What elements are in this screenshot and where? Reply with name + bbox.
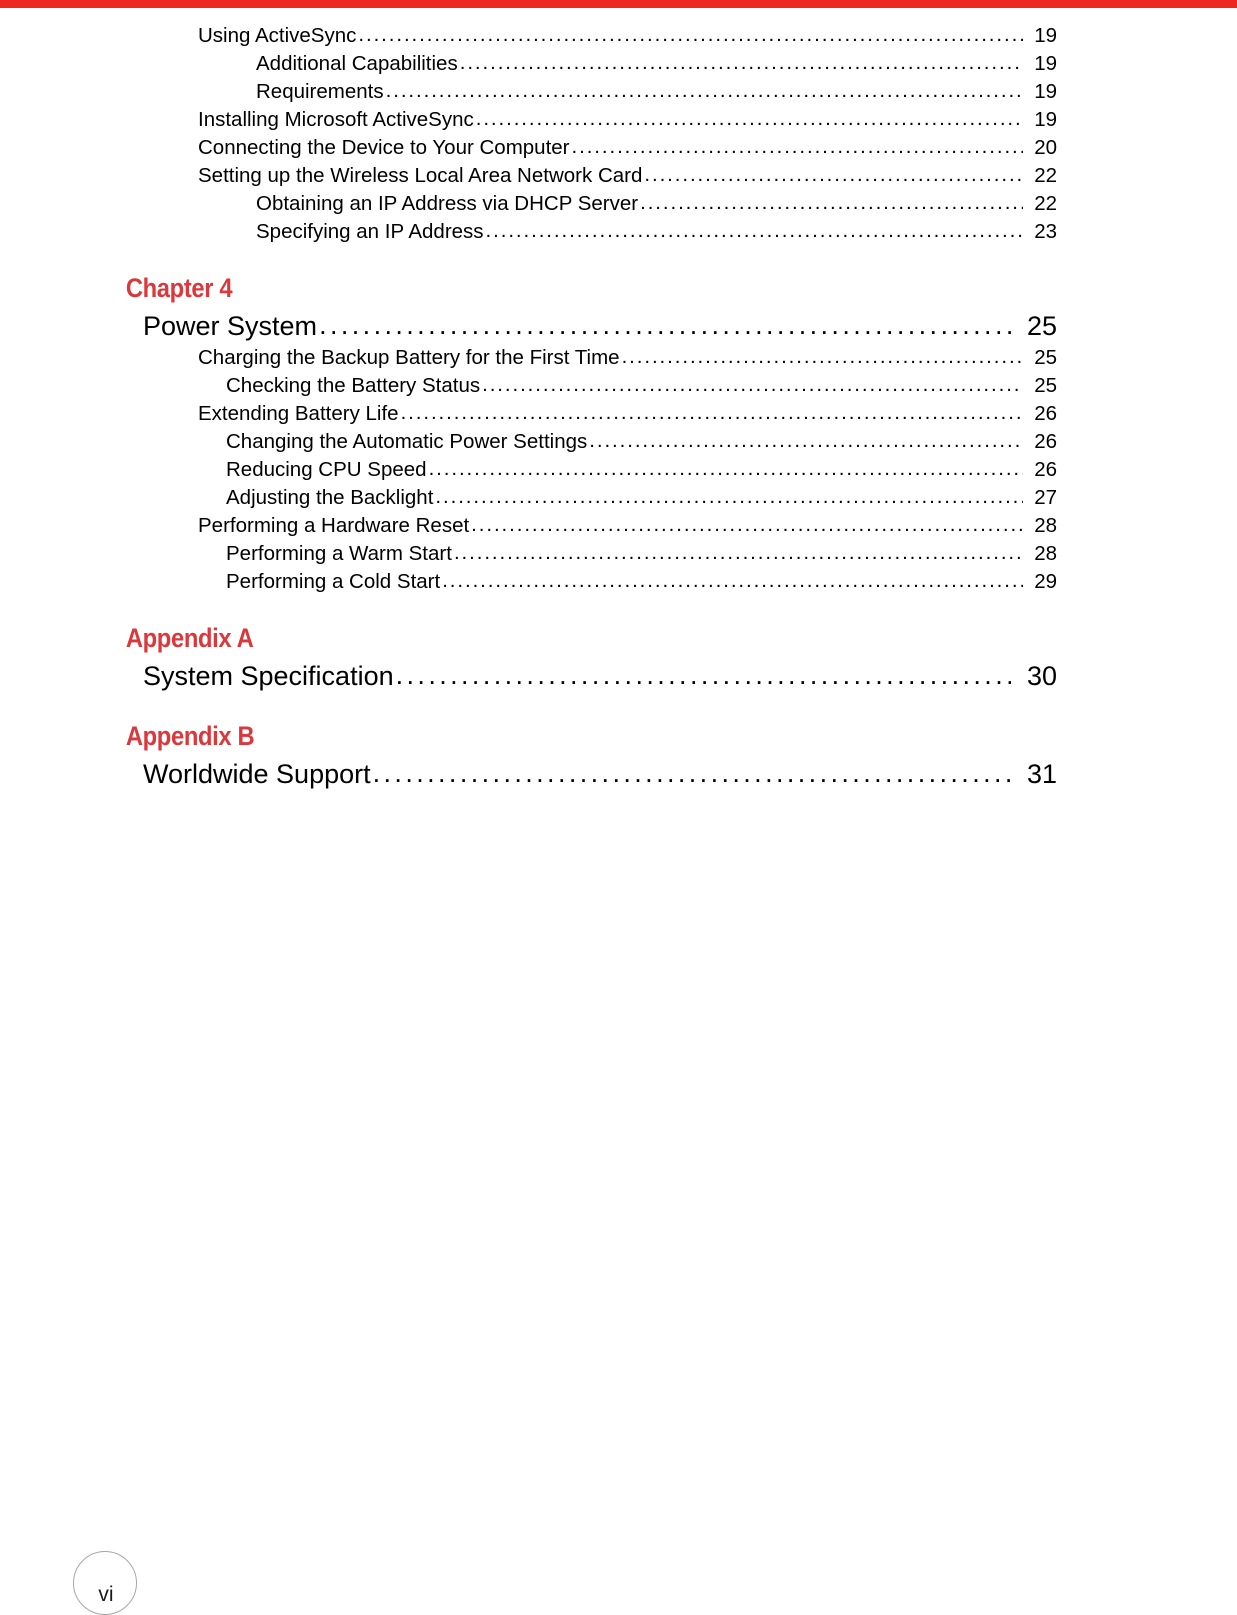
top-red-rule: [0, 0, 1237, 8]
toc-entry-page: 28: [1034, 542, 1057, 565]
toc-entry-title: System Specification: [143, 661, 394, 691]
toc-entry-title: Obtaining an IP Address via DHCP Server: [256, 192, 639, 215]
toc-entry-page: 25: [1034, 346, 1057, 369]
toc-entry-title: Checking the Battery Status: [226, 374, 481, 397]
toc-row[interactable]: Adjusting the Backlight 27: [0, 484, 1057, 512]
toc-row[interactable]: Obtaining an IP Address via DHCP Server …: [0, 190, 1057, 218]
toc-entry-page: 20: [1034, 136, 1057, 159]
page-number-circle: vi: [73, 1551, 137, 1615]
section-heading-appendix-b: Appendix B: [125, 721, 255, 751]
dot-leader: [435, 483, 1023, 511]
toc-row[interactable]: Reducing CPU Speed 26: [0, 456, 1057, 484]
toc-row[interactable]: Setting up the Wireless Local Area Netwo…: [0, 162, 1057, 190]
toc-entry-page: 19: [1034, 52, 1057, 75]
toc-row[interactable]: Requirements 19: [0, 78, 1057, 106]
toc-row-section-title[interactable]: System Specification 30: [0, 658, 1057, 694]
dot-leader: [482, 371, 1023, 399]
dot-leader: [640, 189, 1023, 217]
dot-leader: [454, 539, 1023, 567]
toc-entry-page: 28: [1034, 514, 1057, 537]
dot-leader: [396, 657, 1011, 693]
toc-entry-title: Worldwide Support: [143, 759, 371, 789]
toc-entry-title: Power System: [143, 311, 318, 341]
toc-row-section-title[interactable]: Power System 25: [0, 308, 1057, 344]
toc-entry-title: Extending Battery Life: [198, 402, 399, 425]
toc-entry-title: Charging the Backup Battery for the Firs…: [198, 346, 620, 369]
toc-entry-page: 19: [1034, 24, 1057, 47]
dot-leader: [373, 755, 1011, 791]
dot-leader: [589, 427, 1023, 455]
toc-entry-page: 31: [1026, 759, 1057, 789]
page-number: vi: [98, 1583, 114, 1606]
toc-entry-page: 22: [1034, 164, 1057, 187]
dot-leader: [476, 105, 1023, 133]
toc-entry-title: Connecting the Device to Your Computer: [198, 136, 570, 159]
toc-row[interactable]: Performing a Hardware Reset 28: [0, 512, 1057, 540]
toc-row-section-title[interactable]: Worldwide Support 31: [0, 756, 1057, 792]
toc-entry-page: 19: [1034, 108, 1057, 131]
toc-row[interactable]: Charging the Backup Battery for the Firs…: [0, 344, 1057, 372]
dot-leader: [471, 511, 1023, 539]
section-heading-chapter-4: Chapter 4: [125, 273, 233, 303]
dot-leader: [401, 399, 1023, 427]
toc-row[interactable]: Checking the Battery Status 25: [0, 372, 1057, 400]
toc-entry-page: 30: [1026, 661, 1057, 691]
toc-entry-page: 25: [1026, 311, 1057, 341]
dot-leader: [486, 217, 1023, 245]
toc-entry-title: Requirements: [256, 80, 384, 103]
toc-row[interactable]: Changing the Automatic Power Settings 26: [0, 428, 1057, 456]
toc-row[interactable]: Connecting the Device to Your Computer 2…: [0, 134, 1057, 162]
toc-row[interactable]: Additional Capabilities 19: [0, 50, 1057, 78]
dot-leader: [386, 77, 1023, 105]
dot-leader: [622, 343, 1023, 371]
toc-row[interactable]: Using ActiveSync 19: [0, 22, 1057, 50]
table-of-contents: Using ActiveSync 19 Additional Capabilit…: [0, 22, 1237, 792]
toc-row[interactable]: Performing a Warm Start 28: [0, 540, 1057, 568]
toc-entry-title: Setting up the Wireless Local Area Netwo…: [198, 164, 643, 187]
dot-leader: [442, 567, 1023, 595]
dot-leader: [429, 455, 1023, 483]
dot-leader: [572, 133, 1023, 161]
dot-leader: [319, 307, 1011, 343]
toc-entry-title: Using ActiveSync: [198, 24, 357, 47]
toc-row[interactable]: Extending Battery Life 26: [0, 400, 1057, 428]
toc-entry-page: 26: [1034, 430, 1057, 453]
toc-entry-title: Adjusting the Backlight: [226, 486, 434, 509]
toc-entry-title: Performing a Warm Start: [226, 542, 452, 565]
dot-leader: [460, 49, 1023, 77]
dot-leader: [358, 21, 1023, 49]
toc-entry-title: Additional Capabilities: [256, 52, 458, 75]
toc-entry-page: 26: [1034, 402, 1057, 425]
toc-entry-title: Specifying an IP Address: [256, 220, 484, 243]
toc-entry-page: 27: [1034, 486, 1057, 509]
dot-leader: [644, 161, 1023, 189]
toc-entry-title: Performing a Hardware Reset: [198, 514, 470, 537]
toc-entry-page: 26: [1034, 458, 1057, 481]
toc-entry-page: 22: [1034, 192, 1057, 215]
toc-row[interactable]: Performing a Cold Start 29: [0, 568, 1057, 596]
toc-row[interactable]: Specifying an IP Address 23: [0, 218, 1057, 246]
toc-entry-title: Performing a Cold Start: [226, 570, 441, 593]
toc-entry-title: Changing the Automatic Power Settings: [226, 430, 588, 453]
toc-row[interactable]: Installing Microsoft ActiveSync 19: [0, 106, 1057, 134]
toc-entry-page: 29: [1034, 570, 1057, 593]
section-heading-appendix-a: Appendix A: [125, 623, 254, 653]
toc-entry-page: 25: [1034, 374, 1057, 397]
toc-entry-page: 23: [1034, 220, 1057, 243]
toc-entry-page: 19: [1034, 80, 1057, 103]
toc-entry-title: Installing Microsoft ActiveSync: [198, 108, 474, 131]
toc-entry-title: Reducing CPU Speed: [226, 458, 427, 481]
